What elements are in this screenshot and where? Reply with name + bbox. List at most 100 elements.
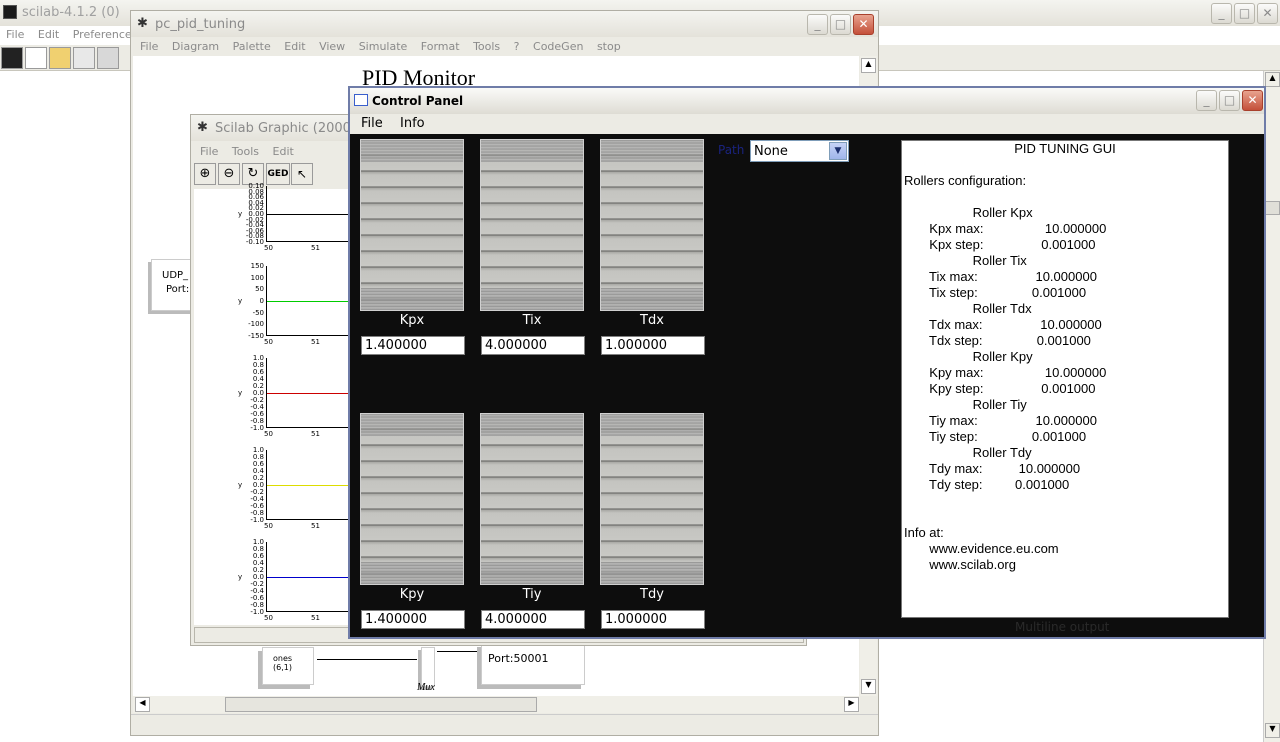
ones-block[interactable]: ones (6,1) xyxy=(262,647,314,685)
graphic-title: Scilab Graphic (2000 xyxy=(215,121,351,136)
path-select[interactable]: None ▼ xyxy=(750,140,849,162)
info-line: Kpx step: 0.001000 xyxy=(904,237,1096,252)
graphic-menu-edit[interactable]: Edit xyxy=(273,145,294,158)
main-menubar: File Edit Preferences xyxy=(6,28,147,41)
udp-send-block[interactable]: Port:50001 xyxy=(481,643,585,685)
tiy-value-field[interactable]: 4.000000 xyxy=(481,610,585,629)
roller-tdx-label: Tdx xyxy=(640,313,664,328)
scroll-thumb[interactable] xyxy=(1265,201,1280,215)
roller-tdy[interactable] xyxy=(600,413,704,585)
x-tick-label: 51 xyxy=(311,244,320,252)
diagram-close-button[interactable]: ✕ xyxy=(853,14,874,35)
graphic-menu-file[interactable]: File xyxy=(200,145,218,158)
link-line-2 xyxy=(437,651,477,652)
mux-block[interactable] xyxy=(421,647,435,687)
diagram-menu-file[interactable]: File xyxy=(140,40,158,53)
y-axis-label: y xyxy=(238,481,243,489)
roller-tdy-label: Tdy xyxy=(640,587,664,602)
open-folder-icon[interactable] xyxy=(49,47,71,69)
info-line: Roller Tix xyxy=(904,253,1027,268)
info-line: Tdx max: 10.000000 xyxy=(904,317,1102,332)
info-at-label: Info at: xyxy=(904,525,944,540)
ged-button[interactable]: GED xyxy=(266,163,290,185)
tix-value-field[interactable]: 4.000000 xyxy=(481,336,585,355)
new-file-icon[interactable] xyxy=(25,47,47,69)
y-axis-label: y xyxy=(238,573,243,581)
cp-close-button[interactable]: ✕ xyxy=(1242,90,1263,111)
diagram-hscrollbar[interactable]: ◀ ▶ xyxy=(133,696,860,713)
roller-tix[interactable] xyxy=(480,139,584,311)
y-tick-label: -1.0 xyxy=(250,608,264,616)
diagram-maximize-button[interactable]: □ xyxy=(830,14,851,35)
scilab-link[interactable]: www.scilab.org xyxy=(902,557,1228,573)
control-panel-menubar: File Info xyxy=(350,114,1264,134)
roller-tiy-label: Tiy xyxy=(522,587,542,602)
zoom-out-icon[interactable]: ⊖ xyxy=(218,163,240,185)
x-tick-label: 50 xyxy=(264,522,273,530)
diagram-scroll-down-icon[interactable]: ▼ xyxy=(861,679,876,694)
cp-maximize-button[interactable]: □ xyxy=(1219,90,1240,111)
roller-kpy-label: Kpy xyxy=(399,587,425,602)
zoom-in-icon[interactable]: ⊕ xyxy=(194,163,216,185)
x-tick-label: 50 xyxy=(264,430,273,438)
kpy-value-field[interactable]: 1.400000 xyxy=(361,610,465,629)
tdx-value-field[interactable]: 1.000000 xyxy=(601,336,705,355)
roller-kpx[interactable] xyxy=(360,139,464,311)
info-title: PID TUNING GUI xyxy=(1014,141,1116,156)
tdy-value-field[interactable]: 1.000000 xyxy=(601,610,705,629)
info-line: Roller Kpx xyxy=(904,205,1033,220)
diagram-hscroll-thumb[interactable] xyxy=(225,697,537,712)
diagram-menu-diagram[interactable]: Diagram xyxy=(172,40,219,53)
copy-icon[interactable] xyxy=(73,47,95,69)
main-minimize-button[interactable]: _ xyxy=(1211,3,1232,24)
info-line: Roller Tiy xyxy=(904,397,1027,412)
cp-minimize-button[interactable]: _ xyxy=(1196,90,1217,111)
diagram-scroll-up-icon[interactable]: ▲ xyxy=(861,58,876,73)
path-select-label: Path xyxy=(718,143,745,157)
graphic-menu-tools[interactable]: Tools xyxy=(232,145,259,158)
info-heading: Rollers configuration: xyxy=(904,173,1027,188)
scroll-up-icon[interactable]: ▲ xyxy=(1265,72,1280,87)
cp-menu-file[interactable]: File xyxy=(361,116,383,131)
y-tick-label: -1.0 xyxy=(250,424,264,432)
control-panel-title: Control Panel xyxy=(372,94,464,108)
diagram-menu-stop[interactable]: stop xyxy=(597,40,621,53)
cp-menu-info[interactable]: Info xyxy=(400,116,425,131)
diagram-menu-format[interactable]: Format xyxy=(421,40,460,53)
diagram-menu-simulate[interactable]: Simulate xyxy=(359,40,408,53)
diagram-minimize-button[interactable]: _ xyxy=(807,14,828,35)
evidence-link[interactable]: www.evidence.eu.com xyxy=(902,541,1228,557)
diagram-menu-codegen[interactable]: CodeGen xyxy=(533,40,583,53)
roller-kpx-label: Kpx xyxy=(399,313,425,328)
scilab-logo-icon[interactable] xyxy=(1,47,23,69)
diagram-menu-help[interactable]: ? xyxy=(514,40,520,53)
y-axis-label: y xyxy=(238,210,243,218)
paste-icon[interactable] xyxy=(97,47,119,69)
diagram-scroll-right-icon[interactable]: ▶ xyxy=(844,697,859,712)
diagram-scroll-left-icon[interactable]: ◀ xyxy=(135,697,150,712)
main-close-button[interactable]: ✕ xyxy=(1257,3,1278,24)
scicos-icon: ✱ xyxy=(137,16,148,31)
control-panel-titlebar: Control Panel _ □ ✕ xyxy=(350,88,1264,114)
diagram-menu-palette[interactable]: Palette xyxy=(233,40,271,53)
graphic-menubar: File Tools Edit xyxy=(200,145,304,158)
diagram-menu-view[interactable]: View xyxy=(319,40,345,53)
main-menu-edit[interactable]: Edit xyxy=(38,28,59,41)
main-menu-preferences[interactable]: Preferences xyxy=(73,28,138,41)
x-tick-label: 50 xyxy=(264,614,273,622)
main-menu-file[interactable]: File xyxy=(6,28,24,41)
x-tick-label: 50 xyxy=(264,338,273,346)
window-icon xyxy=(354,94,368,106)
diagram-statusbar xyxy=(131,714,878,735)
roller-kpy[interactable] xyxy=(360,413,464,585)
kpx-value-field[interactable]: 1.400000 xyxy=(361,336,465,355)
roller-tdx[interactable] xyxy=(600,139,704,311)
roller-tiy[interactable] xyxy=(480,413,584,585)
scroll-down-icon[interactable]: ▼ xyxy=(1265,723,1280,738)
diagram-menu-tools[interactable]: Tools xyxy=(473,40,500,53)
pointer-icon[interactable]: ↖ xyxy=(291,163,313,185)
main-maximize-button[interactable]: □ xyxy=(1234,3,1255,24)
y-tick-label: -150 xyxy=(248,331,264,340)
diagram-menu-edit[interactable]: Edit xyxy=(284,40,305,53)
chevron-down-icon[interactable]: ▼ xyxy=(829,142,847,160)
